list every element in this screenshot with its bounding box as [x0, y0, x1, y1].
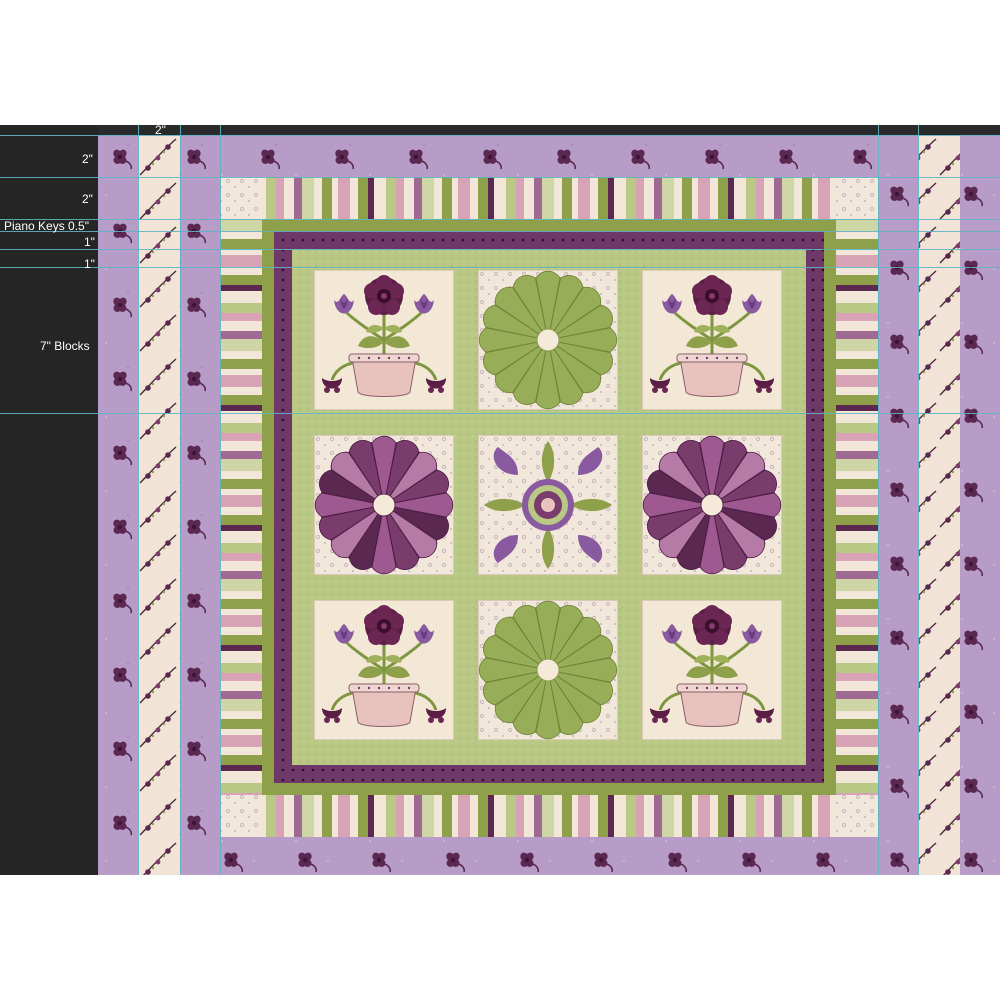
- guide-line: [138, 125, 139, 875]
- center-medallion-block: [477, 434, 619, 576]
- guide-line: [180, 125, 181, 875]
- block-grid: [312, 268, 784, 742]
- flower-pot-block: [312, 598, 456, 742]
- row-label: 1": [84, 257, 95, 271]
- row-label: Piano Keys 0.5": [4, 219, 89, 233]
- dresden-plate-purple-block: [313, 434, 455, 576]
- guide-line: [918, 125, 919, 875]
- guide-line: [0, 267, 1000, 268]
- design-canvas[interactable]: 2" 2" 2" Piano Keys 0.5" 1" 1" 7" Blocks: [0, 125, 1000, 875]
- guide-line: [0, 135, 1000, 136]
- top-width-label: 2": [155, 125, 166, 137]
- vine-strip-right: [918, 135, 960, 875]
- row-label: 2": [82, 152, 93, 166]
- guide-line: [0, 231, 1000, 232]
- guide-line: [0, 177, 1000, 178]
- flower-pot-block: [640, 598, 784, 742]
- guide-line: [0, 249, 1000, 250]
- row-label: 7" Blocks: [40, 339, 90, 353]
- row-label: 1": [84, 235, 95, 249]
- guide-line: [0, 219, 1000, 220]
- dresden-plate-green-block: [477, 599, 619, 741]
- dresden-plate-green-block: [477, 269, 619, 411]
- guide-line: [220, 125, 221, 875]
- row-label: 2": [82, 192, 93, 206]
- vine-strip-left: [138, 135, 180, 875]
- flower-pot-block: [640, 268, 784, 412]
- quilt-layout: [98, 135, 1000, 875]
- dresden-plate-purple-block: [641, 434, 783, 576]
- flower-pot-block: [312, 268, 456, 412]
- guide-line: [0, 413, 1000, 414]
- guide-line: [878, 125, 879, 875]
